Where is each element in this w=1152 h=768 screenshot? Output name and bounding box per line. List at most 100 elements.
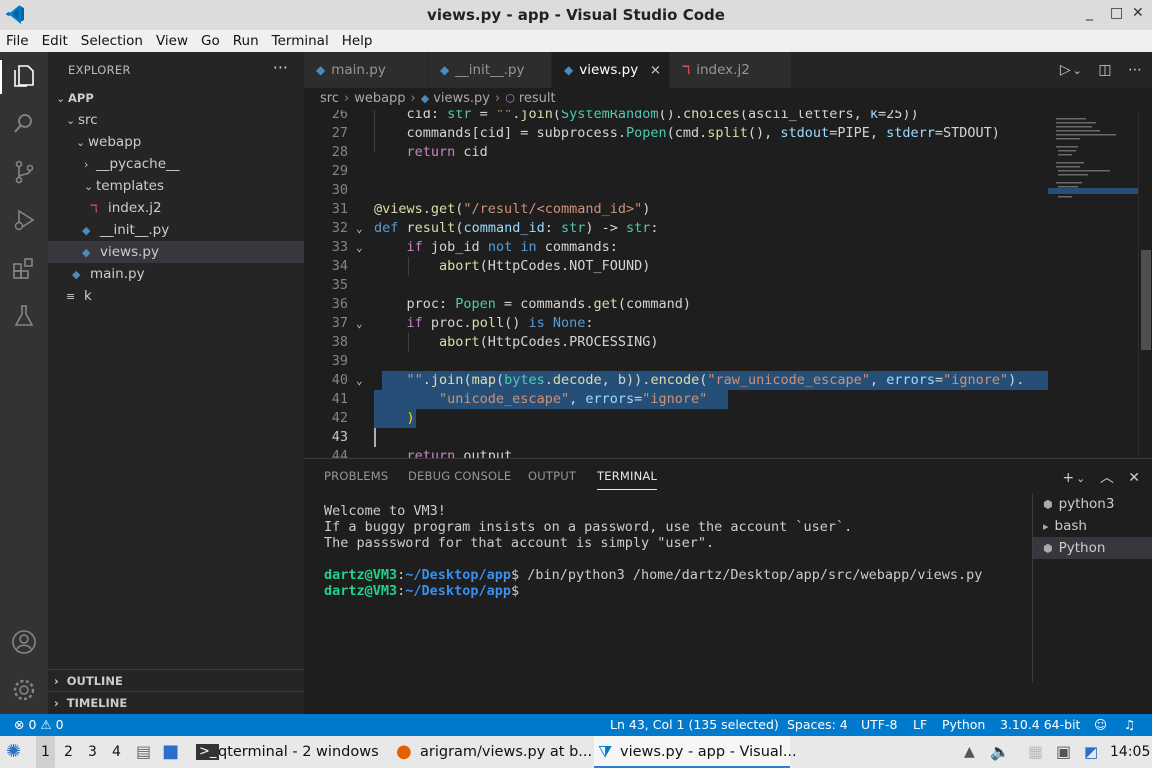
breadcrumb-src[interactable]: src — [320, 91, 339, 106]
search-icon[interactable] — [10, 110, 38, 138]
terminal-output[interactable]: Welcome to VM3! If a buggy program insis… — [324, 503, 1024, 599]
tray-up-icon[interactable]: ▲ — [964, 736, 975, 768]
terminal-item-bash[interactable]: ▸ bash — [1033, 515, 1152, 537]
end-of-line[interactable]: LF — [913, 714, 927, 736]
chevron-right-icon: › — [495, 91, 501, 106]
error-icon: ⊗ — [14, 717, 25, 732]
clipboard-icon[interactable]: ▦ — [1028, 736, 1043, 768]
explorer-title: EXPLORER — [68, 63, 131, 77]
close-panel-icon[interactable]: ✕ — [1128, 470, 1140, 486]
encoding[interactable]: UTF-8 — [861, 714, 897, 736]
fold-chevron-icon[interactable]: ⌄ — [356, 371, 363, 390]
tree-item-index-j2[interactable]: ℸ index.j2 — [48, 197, 304, 219]
workspace-2[interactable]: 2 — [64, 736, 73, 768]
fold-chevron-icon[interactable]: ⌄ — [356, 219, 363, 238]
start-menu-icon[interactable]: ✺ — [6, 736, 21, 768]
tree-item-templates[interactable]: ⌄ templates — [48, 175, 304, 197]
terminal-item-python3[interactable]: ⬢ python3 — [1033, 493, 1152, 515]
cursor-position[interactable]: Ln 43, Col 1 (135 selected) — [610, 714, 779, 736]
menu-selection[interactable]: Selection — [81, 33, 143, 49]
tab-problems[interactable]: PROBLEMS — [324, 469, 388, 483]
workspace-4[interactable]: 4 — [112, 736, 121, 768]
tab-views-py[interactable]: ◆ views.py × — [552, 52, 670, 88]
feedback-icon[interactable]: ☺ — [1094, 714, 1107, 736]
menu-run[interactable]: Run — [233, 33, 259, 49]
notification-tray-icon[interactable]: ◩ — [1084, 736, 1098, 768]
task-qterminal[interactable]: >_ qterminal - 2 windows — [192, 736, 388, 768]
tree-item-webapp[interactable]: ⌄ webapp — [48, 131, 304, 153]
tab-output[interactable]: OUTPUT — [528, 469, 576, 483]
problems-status[interactable]: ⊗ 0 ⚠ 0 — [14, 714, 64, 736]
workspace-1[interactable]: 1 — [36, 736, 55, 768]
close-window-button[interactable]: ✕ — [1132, 5, 1144, 21]
tree-item-init-py[interactable]: ◆ __init__.py — [48, 219, 304, 241]
outline-section[interactable]: › OUTLINE — [48, 669, 304, 691]
menu-help[interactable]: Help — [342, 33, 373, 49]
tree-item-main-py[interactable]: ◆ main.py — [48, 263, 304, 285]
code-line: 34 abort(HttpCodes.NOT_FOUND) — [331, 258, 651, 274]
chevron-down-icon[interactable]: ⌄ — [1076, 472, 1085, 485]
breadcrumb-webapp[interactable]: webapp — [354, 91, 405, 106]
tree-item-views-py[interactable]: ◆ views.py — [48, 241, 304, 263]
run-file-icon[interactable]: ▷ — [1060, 62, 1071, 78]
tree-root-app[interactable]: ⌄ APP — [48, 87, 304, 109]
breadcrumb-result[interactable]: result — [519, 91, 556, 106]
more-actions-icon[interactable]: ··· — [273, 58, 288, 77]
terminal-list: ⬢ python3 ▸ bash ⬢ Python — [1032, 493, 1152, 683]
manage-gear-icon[interactable] — [10, 676, 38, 704]
fold-chevron-icon[interactable]: ⌄ — [356, 238, 363, 257]
show-desktop-icon[interactable]: ■ — [162, 736, 179, 768]
close-tab-icon[interactable]: × — [650, 52, 661, 88]
file-manager-icon[interactable]: ▤ — [136, 736, 151, 768]
menu-view[interactable]: View — [156, 33, 188, 49]
code-line: 27 commands[cid] = subprocess.Popen(cmd.… — [331, 125, 1000, 141]
more-actions-icon[interactable]: ⋯ — [1128, 62, 1142, 78]
chevron-down-icon: ⌄ — [76, 136, 86, 149]
timeline-section[interactable]: › TIMELINE — [48, 691, 304, 713]
volume-icon[interactable]: 🔈 — [990, 736, 1010, 768]
explorer-icon[interactable] — [10, 62, 38, 90]
notifications-bell-icon[interactable]: ♫ — [1124, 714, 1135, 736]
tree-item-pycache[interactable]: › __pycache__ — [48, 153, 304, 175]
tab-index-j2[interactable]: ℸ index.j2 — [670, 52, 792, 88]
terminal-item-python[interactable]: ⬢ Python — [1033, 537, 1152, 559]
scrollbar-thumb[interactable] — [1141, 250, 1151, 350]
maximize-button[interactable]: □ — [1110, 5, 1123, 21]
source-control-icon[interactable] — [10, 158, 38, 186]
network-icon[interactable]: ▣ — [1056, 736, 1071, 768]
editor-scrollbar[interactable] — [1138, 110, 1152, 458]
workspace-3[interactable]: 3 — [88, 736, 97, 768]
indentation[interactable]: Spaces: 4 — [787, 714, 848, 736]
tab-init-py[interactable]: ◆ __init__.py — [428, 52, 552, 88]
task-vscode[interactable]: ⧩ views.py - app - Visual... — [594, 736, 797, 768]
account-icon[interactable] — [10, 628, 38, 656]
menu-terminal[interactable]: Terminal — [272, 33, 329, 49]
run-debug-icon[interactable] — [10, 206, 38, 234]
chevron-down-icon[interactable]: ⌄ — [1073, 64, 1082, 77]
new-terminal-icon[interactable]: + — [1062, 470, 1074, 486]
python-interpreter[interactable]: 3.10.4 64-bit — [1000, 714, 1080, 736]
maximize-panel-icon[interactable]: ︿ — [1100, 470, 1114, 486]
menu-go[interactable]: Go — [201, 33, 220, 49]
tab-main-py[interactable]: ◆ main.py — [304, 52, 428, 88]
breadcrumb-views-py[interactable]: views.py — [433, 91, 490, 106]
extensions-icon[interactable] — [10, 254, 38, 282]
minimize-button[interactable]: _ — [1086, 5, 1093, 21]
language-mode[interactable]: Python — [942, 714, 985, 736]
tree-item-k[interactable]: ≡ k — [48, 285, 304, 307]
code-editor[interactable]: 26 cid: str = "".join(SystemRandom().cho… — [304, 110, 1048, 458]
menu-edit[interactable]: Edit — [42, 33, 68, 49]
task-firefox[interactable]: ● arigram/views.py at b... — [394, 736, 592, 768]
menu-file[interactable]: File — [6, 33, 29, 49]
clock[interactable]: 14:05 — [1110, 736, 1150, 768]
code-line: 43 — [331, 429, 348, 445]
method-icon: ⬡ — [505, 92, 515, 105]
split-editor-icon[interactable]: ◫ — [1098, 62, 1111, 78]
fold-chevron-icon[interactable]: ⌄ — [356, 314, 363, 333]
code-line: 41 "unicode_escape", errors="ignore" — [331, 391, 708, 407]
minimap[interactable] — [1048, 110, 1138, 458]
testing-icon[interactable] — [10, 302, 38, 330]
tab-debug-console[interactable]: DEBUG CONSOLE — [408, 469, 511, 483]
tree-item-src[interactable]: ⌄ src — [48, 109, 304, 131]
tab-terminal[interactable]: TERMINAL — [597, 469, 658, 490]
